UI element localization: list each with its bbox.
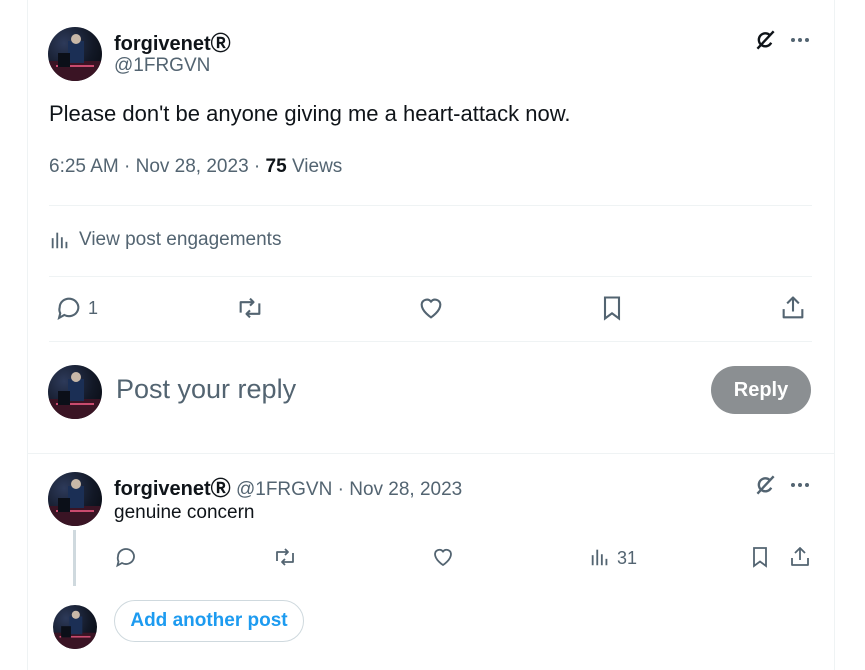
thread-grok-icon[interactable] bbox=[752, 472, 778, 498]
reply-input[interactable]: Post your reply bbox=[116, 371, 676, 407]
thread-repost-icon[interactable] bbox=[272, 545, 298, 569]
thread-separator: · bbox=[337, 479, 344, 500]
composer-avatar bbox=[48, 365, 102, 419]
view-engagements-label: View post engagements bbox=[79, 229, 282, 250]
author-avatar[interactable] bbox=[48, 27, 102, 81]
author-handle[interactable]: @1FRGVN bbox=[114, 55, 210, 77]
analytics-icon bbox=[49, 229, 71, 251]
thread-line bbox=[73, 530, 76, 586]
reply-icon[interactable] bbox=[55, 294, 83, 322]
grok-icon[interactable] bbox=[752, 27, 778, 53]
more-icon[interactable] bbox=[788, 28, 812, 52]
post-date[interactable]: Nov 28, 2023 bbox=[136, 156, 249, 177]
post-time[interactable]: 6:25 AM bbox=[49, 156, 119, 177]
views-count: 75 bbox=[265, 156, 287, 177]
thread-author-name[interactable]: forgivenetⓇ bbox=[114, 478, 231, 500]
thread-share-icon[interactable] bbox=[788, 545, 812, 569]
divider-mid bbox=[49, 276, 812, 277]
thread-post-text: genuine concern bbox=[114, 502, 255, 523]
thread-author-handle[interactable]: @1FRGVN bbox=[236, 479, 332, 500]
thread-header: forgivenetⓇ @1FRGVN · Nov 28, 2023 bbox=[114, 472, 462, 501]
reply-button[interactable]: Reply bbox=[711, 366, 811, 414]
thread-more-icon[interactable] bbox=[788, 473, 812, 497]
thread-analytics-icon[interactable] bbox=[589, 546, 611, 568]
thread-author-avatar[interactable] bbox=[48, 472, 102, 526]
like-icon[interactable] bbox=[417, 294, 445, 322]
share-icon[interactable] bbox=[779, 294, 807, 322]
repost-icon[interactable] bbox=[235, 294, 265, 322]
divider-top bbox=[49, 205, 812, 206]
thread-reply-icon[interactable] bbox=[114, 545, 138, 569]
separator-2: · bbox=[253, 156, 261, 177]
add-another-post-button[interactable]: Add another post bbox=[114, 600, 304, 642]
add-post-avatar bbox=[53, 605, 97, 649]
thread-date[interactable]: Nov 28, 2023 bbox=[349, 479, 462, 500]
bookmark-icon[interactable] bbox=[598, 294, 626, 322]
post-text: Please don't be anyone giving me a heart… bbox=[49, 101, 571, 126]
reply-count[interactable]: 1 bbox=[88, 298, 98, 319]
separator-1: · bbox=[124, 156, 131, 177]
divider-bottom bbox=[49, 341, 812, 342]
section-divider bbox=[27, 453, 835, 454]
view-engagements-link[interactable]: View post engagements bbox=[49, 228, 281, 252]
thread-bookmark-icon[interactable] bbox=[748, 545, 772, 569]
thread-views-count[interactable]: 31 bbox=[617, 548, 637, 569]
post-meta: 6:25 AM · Nov 28, 2023 · 75 Views bbox=[49, 156, 342, 178]
thread-like-icon[interactable] bbox=[431, 545, 455, 569]
views-label: Views bbox=[291, 156, 343, 177]
author-name[interactable]: forgivenetⓇ bbox=[114, 27, 231, 56]
